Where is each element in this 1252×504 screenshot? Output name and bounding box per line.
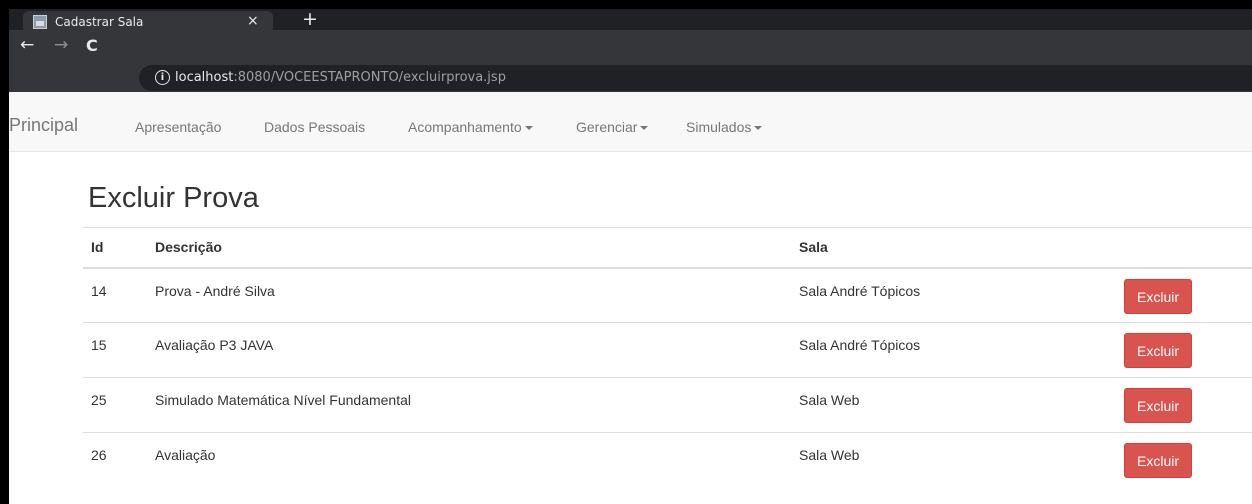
info-icon[interactable]: i bbox=[155, 70, 170, 85]
cell-id: 26 bbox=[91, 447, 107, 463]
new-tab-icon[interactable]: + bbox=[302, 8, 318, 30]
table-row: 25 Simulado Matemática Nível Fundamental… bbox=[83, 377, 1252, 433]
back-arrow-icon[interactable]: ← bbox=[20, 35, 34, 55]
cell-descricao: Prova - André Silva bbox=[147, 267, 791, 323]
top-navbar: Principal Apresentação Dados Pessoais Ac… bbox=[9, 92, 1252, 152]
cell-action: Excluir bbox=[1116, 377, 1252, 433]
cell-sala: Sala Web bbox=[791, 377, 1116, 433]
nav-item-gerenciar[interactable]: Gerenciar bbox=[576, 119, 649, 135]
excluir-button[interactable]: Excluir bbox=[1124, 388, 1193, 423]
caret-down-icon bbox=[640, 126, 649, 131]
browser-tabstrip: Cadastrar Sala × + bbox=[9, 8, 1252, 33]
reload-icon[interactable]: C bbox=[86, 36, 98, 55]
column-header-descricao: Descrição bbox=[147, 227, 791, 269]
column-header-action bbox=[1116, 227, 1252, 269]
page-content: Principal Apresentação Dados Pessoais Ac… bbox=[9, 92, 1252, 504]
excluir-button[interactable]: Excluir bbox=[1124, 443, 1193, 478]
cell-sala: Sala André Tópicos bbox=[791, 322, 1116, 378]
cell-descricao: Simulado Matemática Nível Fundamental bbox=[147, 377, 791, 433]
navbar-brand[interactable]: Principal bbox=[9, 115, 78, 136]
cell-descricao: Avaliação P3 JAVA bbox=[147, 322, 791, 378]
nav-item-acompanhamento[interactable]: Acompanhamento bbox=[408, 119, 533, 135]
cell-action: Excluir bbox=[1116, 322, 1252, 378]
cell-action: Excluir bbox=[1116, 267, 1252, 323]
column-header-sala: Sala bbox=[791, 227, 1116, 269]
close-tab-icon[interactable]: × bbox=[247, 13, 259, 29]
cell-descricao: Avaliação bbox=[155, 447, 216, 463]
cell-id: 14 bbox=[83, 267, 147, 323]
nav-item-simulados[interactable]: Simulados bbox=[686, 119, 763, 135]
table-header-row: Id Descrição Sala bbox=[83, 227, 1252, 269]
cell-id: 25 bbox=[83, 377, 147, 433]
url-text: localhost:8080/VOCEESTAPRONTO/excluirpro… bbox=[175, 70, 506, 85]
table-row: 26 Avaliação Sala Web Excluir bbox=[83, 433, 1252, 488]
excluir-button[interactable]: Excluir bbox=[1124, 278, 1193, 314]
cell-action: Excluir bbox=[1116, 433, 1252, 488]
tab-title: Cadastrar Sala bbox=[55, 15, 144, 29]
cell-id: 15 bbox=[83, 322, 147, 378]
page-favicon-icon bbox=[33, 15, 47, 29]
address-bar[interactable]: i localhost:8080/VOCEESTAPRONTO/excluirp… bbox=[139, 65, 1252, 91]
table-row: 14 Prova - André Silva Sala André Tópico… bbox=[83, 267, 1252, 323]
provas-table: Id Descrição Sala 14 Prova - André Silva… bbox=[83, 227, 1252, 488]
forward-arrow-icon[interactable]: → bbox=[54, 35, 68, 55]
cell-sala: Sala Web bbox=[799, 447, 860, 463]
caret-down-icon bbox=[524, 126, 533, 131]
column-header-id: Id bbox=[83, 227, 147, 269]
caret-down-icon bbox=[754, 126, 763, 131]
page-title: Excluir Prova bbox=[88, 182, 259, 214]
table-row: 15 Avaliação P3 JAVA Sala André Tópicos … bbox=[83, 322, 1252, 378]
excluir-button[interactable]: Excluir bbox=[1124, 333, 1193, 368]
nav-item-dados-pessoais[interactable]: Dados Pessoais bbox=[264, 119, 365, 135]
cell-sala: Sala André Tópicos bbox=[791, 267, 1116, 323]
nav-item-apresentacao[interactable]: Apresentação bbox=[135, 119, 221, 135]
